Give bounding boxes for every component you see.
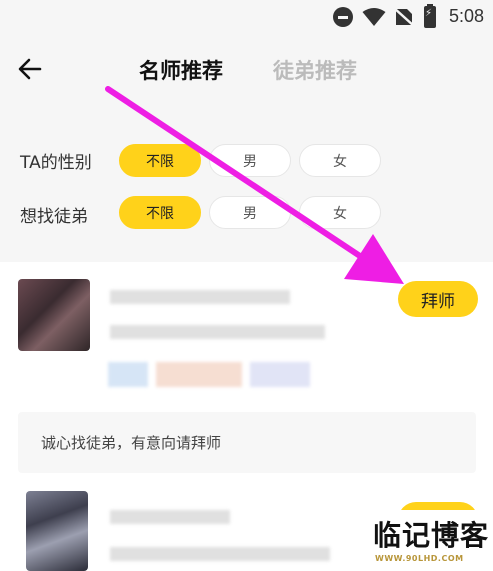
no-sim-icon xyxy=(394,7,414,27)
gender-option-female[interactable]: 女 xyxy=(299,144,381,177)
avatar[interactable] xyxy=(26,491,88,571)
blurred-username xyxy=(110,510,230,524)
tab-master-recommend[interactable]: 名师推荐 xyxy=(139,55,223,85)
gender-option-any[interactable]: 不限 xyxy=(119,144,201,177)
apprentice-button[interactable]: 拜师 xyxy=(398,281,478,317)
blurred-info xyxy=(110,547,330,561)
watermark-url: WWW.90LHD.COM xyxy=(375,554,464,563)
apprentice-filter-label: 想找徒弟 xyxy=(20,207,88,227)
apprentice-option-any[interactable]: 不限 xyxy=(119,196,201,229)
blurred-tag xyxy=(108,362,148,387)
blurred-username xyxy=(110,290,290,304)
tab-apprentice-recommend[interactable]: 徒弟推荐 xyxy=(273,55,357,85)
blurred-info xyxy=(110,325,325,339)
gender-filter-label: TA的性别 xyxy=(20,153,92,173)
gender-option-male[interactable]: 男 xyxy=(209,144,291,177)
blurred-tag xyxy=(250,362,310,387)
battery-charging-icon xyxy=(424,4,436,28)
watermark-title: 临记博客 xyxy=(373,519,490,552)
status-bar: 5:08 xyxy=(0,0,493,34)
dnd-icon xyxy=(333,7,353,27)
intro-text: 诚心找徒弟，有意向请拜师 xyxy=(18,412,476,473)
apprentice-option-male[interactable]: 男 xyxy=(209,196,291,229)
status-time: 5:08 xyxy=(449,6,485,26)
watermark-logo: 临记博客 WWW.90LHD.COM xyxy=(359,510,493,571)
wifi-icon xyxy=(362,8,386,26)
avatar[interactable] xyxy=(18,279,90,351)
blurred-tag xyxy=(156,362,242,387)
apprentice-option-female[interactable]: 女 xyxy=(299,196,381,229)
back-arrow-icon[interactable] xyxy=(16,55,44,83)
